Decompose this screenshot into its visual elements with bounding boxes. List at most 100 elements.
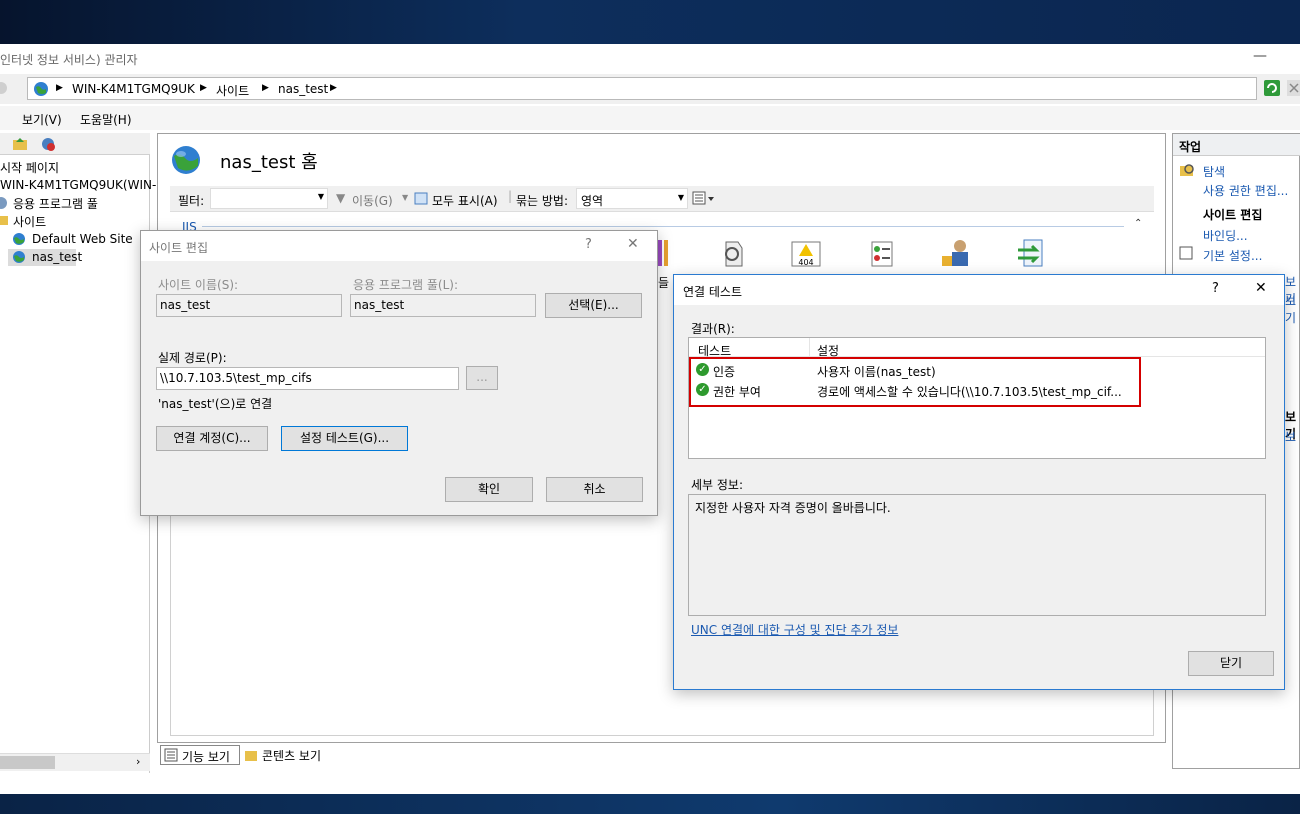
filter-toolbar: 필터: ▼ ▼ 이동(G) ▼ 모두 표시(A) | 묶는 방법: 영역 ▼ [170,186,1154,212]
explore-icon [1180,164,1194,176]
tree-server[interactable]: WIN-K4M1TGMQ9UK(WIN-K [0,178,164,192]
basic-settings-icon [1179,246,1193,260]
view-mode-icon[interactable] [692,191,716,207]
folder-up-icon[interactable] [12,136,28,152]
column-divider [809,338,810,357]
close-button[interactable]: ✕ [1255,280,1267,296]
title-bar: 인터넷 정보 서비스) 관리자 — [0,44,1300,74]
actions-title: 작업 [1179,140,1202,154]
minimize-button[interactable]: — [1250,48,1270,68]
action-partial-2[interactable]: 보기 [1285,292,1299,326]
test-connection-dialog: 연결 테스트 ? ✕ 결과(R): 테스트 설정 ✓ 인증 사용자 이름(nas… [673,274,1285,690]
handler-icon[interactable] [866,238,898,270]
collapse-icon[interactable]: ⌃ [1134,218,1142,229]
breadcrumb-sep-icon: ▶ [200,83,207,93]
app-pool-field: nas_test [350,294,536,317]
action-edit-permissions[interactable]: 사용 권한 편집... [1203,182,1288,199]
svg-text:404: 404 [798,258,813,267]
ok-button[interactable]: 확인 [445,477,533,502]
site-name-label: 사이트 이름(S): [158,278,239,292]
site-globe-icon [172,146,200,174]
close-dialog-button[interactable]: 닫기 [1188,651,1274,676]
action-bindings[interactable]: 바인딩... [1203,227,1248,244]
sites-folder-icon [0,216,8,225]
desktop-top [0,0,1300,44]
filter-input[interactable]: ▼ [210,188,328,209]
404-icon[interactable]: 404 [790,240,822,270]
action-edit-site-header: 사이트 편집 [1203,208,1263,222]
test-connection-titlebar: 연결 테스트 ? ✕ [674,275,1284,305]
details-label: 세부 정보: [691,478,744,492]
breadcrumb-sep-icon: ▶ [56,83,63,93]
page-title: nas_test 홈 [220,152,318,173]
breadcrumb-sites[interactable]: 사이트 [216,82,249,99]
features-view-label: 기능 보기 [182,750,230,764]
show-all-icon [414,192,428,205]
action-explore[interactable]: 탐색 [1203,163,1225,180]
connect-as-button[interactable]: 연결 계정(C)... [156,426,268,451]
test-connection-title: 연결 테스트 [683,285,743,299]
go-button[interactable]: 이동(G) [352,192,393,209]
app-pool-icon [0,197,7,209]
tree-app-pools[interactable]: 응용 프로그램 풀 [13,195,98,212]
tree-default-site[interactable]: Default Web Site [32,232,133,246]
dropdown-arrow-icon: ▼ [317,192,324,201]
browse-button[interactable]: ... [466,366,498,390]
content-view-icon [245,751,257,761]
go-dropdown-icon[interactable]: ▼ [402,193,408,202]
physical-path-label: 실제 경로(P): [158,351,227,365]
close-button[interactable]: ✕ [627,236,639,252]
menu-bar: 보기(V) 도움말(H) [0,106,1300,130]
dropdown-arrow-icon: ▼ [677,193,684,202]
edit-site-titlebar: 사이트 편집 ? ✕ [141,231,657,261]
show-all-button[interactable]: 모두 표시(A) [432,192,498,209]
details-box: 지정한 사용자 자격 증명이 올바릅니다. [688,494,1266,616]
globe-icon [13,233,25,245]
help-button[interactable]: ? [1212,281,1219,296]
tree-nas-test[interactable]: nas_test [32,250,82,264]
horizontal-scrollbar[interactable]: › [0,753,150,771]
highlight-box [689,357,1141,407]
site-name-field: nas_test [156,294,342,317]
scroll-right-icon[interactable]: › [136,755,140,768]
connect-as-text: 'nas_test'(으)로 연결 [158,397,273,411]
address-bar: ▶ WIN-K4M1TGMQ9UK ▶ 사이트 ▶ nas_test ▶ [0,74,1300,104]
disconnect-icon[interactable] [40,136,56,152]
group-by-label: 묶는 방법: [516,194,569,208]
section-line [202,226,1124,227]
authentication-icon[interactable] [940,236,972,270]
breadcrumb-server[interactable]: WIN-K4M1TGMQ9UK [72,82,195,96]
physical-path-field[interactable]: \\10.7.103.5\test_mp_cifs [156,367,459,390]
scrollbar-thumb[interactable] [0,756,55,769]
redirect-icon[interactable] [1016,238,1048,270]
help-button[interactable]: ? [585,237,592,252]
action-partial-4[interactable]: 보 [1285,428,1296,445]
globe-icon [13,251,25,263]
tab-features-view[interactable]: 기능 보기 [160,745,240,765]
group-by-select[interactable]: 영역 ▼ [576,188,688,209]
breadcrumb-sep-icon: ▶ [262,83,269,93]
tree-sites[interactable]: 사이트 [13,213,46,230]
action-basic-settings[interactable]: 기본 설정... [1203,247,1262,264]
back-icon[interactable] [0,81,8,95]
unc-info-link[interactable]: UNC 연결에 대한 구성 및 진단 추가 정보 [691,621,898,638]
menu-view[interactable]: 보기(V) [22,111,62,128]
details-text: 지정한 사용자 자격 증명이 올바릅니다. [695,501,891,515]
features-view-icon [164,748,178,762]
select-button[interactable]: 선택(E)... [545,293,642,318]
group-by-value: 영역 [581,194,604,208]
breadcrumb[interactable]: ▶ WIN-K4M1TGMQ9UK ▶ 사이트 ▶ nas_test ▶ [27,77,1257,100]
error-pages-icon[interactable] [716,238,748,270]
stop-icon[interactable] [1287,80,1300,96]
breadcrumb-site[interactable]: nas_test [278,82,328,96]
results-table: 테스트 설정 ✓ 인증 사용자 이름(nas_test) ✓ 권한 부여 경로에… [688,337,1266,459]
tree-start-page[interactable]: 시작 페이지 [0,159,59,176]
funnel-icon: ▼ [336,191,346,205]
menu-help[interactable]: 도움말(H) [80,111,132,128]
test-settings-button[interactable]: 설정 테스트(G)... [281,426,408,451]
tab-content-view[interactable]: 콘텐츠 보기 [262,747,321,764]
edit-site-title: 사이트 편집 [149,241,209,255]
refresh-icon[interactable] [1264,80,1280,96]
cancel-button[interactable]: 취소 [546,477,643,502]
app-pool-label: 응용 프로그램 풀(L): [353,278,459,292]
